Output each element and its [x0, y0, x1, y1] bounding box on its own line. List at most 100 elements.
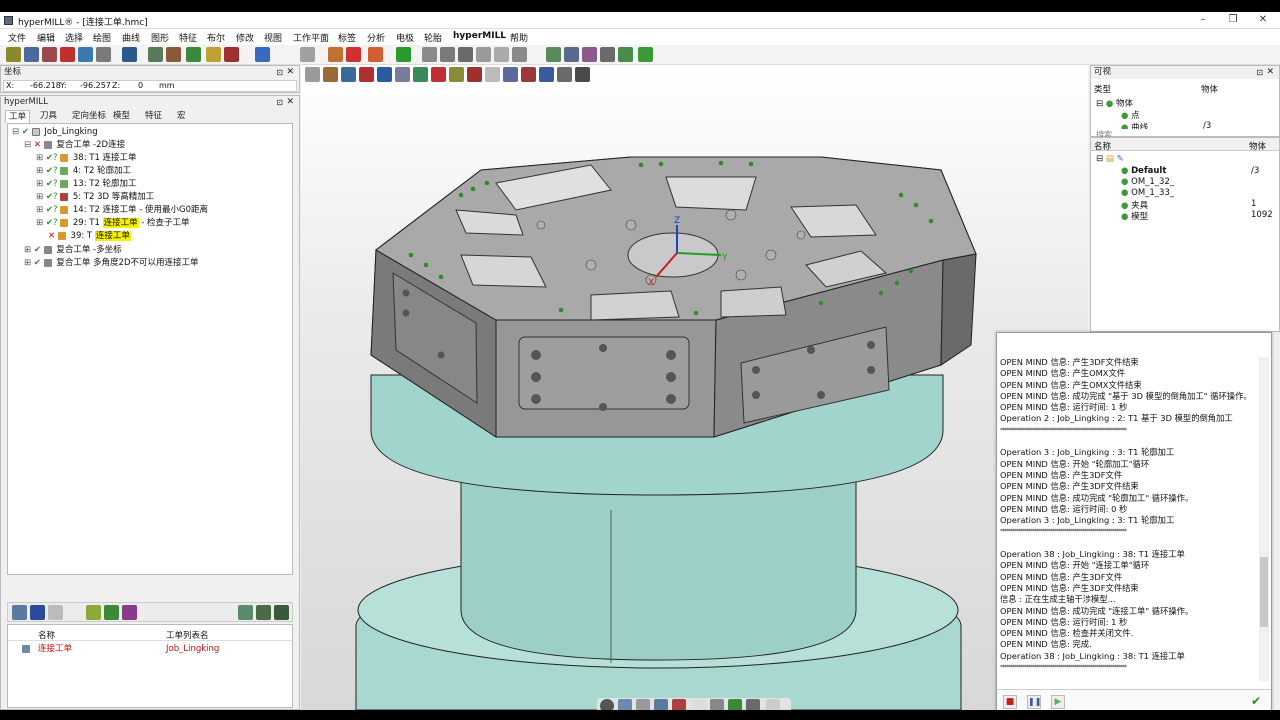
delete-job-icon[interactable]: [30, 605, 45, 620]
menu-analysis[interactable]: 分析: [367, 31, 385, 44]
menu-draw[interactable]: 绘图: [93, 31, 111, 44]
delete-icon[interactable]: [224, 47, 239, 62]
pin-icon[interactable]: ⊡: [276, 96, 283, 109]
zoom-in-icon[interactable]: [546, 47, 561, 62]
tree-row-job[interactable]: ⊟ ✔ Job_Lingking: [12, 126, 98, 138]
tab-features[interactable]: 特征: [142, 110, 165, 123]
zoom-fit-icon[interactable]: [582, 47, 597, 62]
dimension-icon[interactable]: [692, 699, 706, 710]
pin-icon[interactable]: ⊡: [1256, 66, 1263, 79]
tree-item-objects[interactable]: ⊟ ● 物体: [1096, 97, 1133, 109]
tab-tools[interactable]: 刀具: [37, 110, 60, 123]
check-list-icon[interactable]: [256, 605, 271, 620]
refresh-icon[interactable]: [638, 47, 653, 62]
job-list-row[interactable]: 连接工单 Job_Lingking: [22, 643, 282, 655]
view-front-icon[interactable]: [458, 47, 473, 62]
tree-row-op14[interactable]: ⊞ ✔? 14: T2 连接工单 - 使用最小G0距离: [36, 204, 208, 216]
measure-icon[interactable]: [300, 47, 315, 62]
close-icon[interactable]: ✕: [286, 96, 294, 109]
layer-row-model[interactable]: ● 模型 1092: [1121, 210, 1276, 222]
menu-electrode[interactable]: 电极: [396, 31, 414, 44]
ok-check-icon[interactable]: ✔: [1249, 695, 1263, 709]
redo-icon[interactable]: [96, 47, 111, 62]
play-icon[interactable]: ▶: [1051, 695, 1065, 709]
snap-icon[interactable]: [368, 47, 383, 62]
view-top-icon[interactable]: [440, 47, 455, 62]
fill-icon[interactable]: [728, 699, 742, 710]
view-back-icon[interactable]: [494, 47, 509, 62]
arrow-icon[interactable]: [710, 699, 724, 710]
3d-viewport[interactable]: Z Y X: [301, 65, 1088, 710]
layer-row-default[interactable]: ● Default/3: [1121, 166, 1276, 176]
tool-icon[interactable]: [166, 47, 181, 62]
pan-icon[interactable]: [600, 47, 615, 62]
tree-row-compound[interactable]: ⊟ ✕ 复合工单 -2D连接: [24, 139, 125, 151]
view-side-icon[interactable]: [476, 47, 491, 62]
tab-macros[interactable]: 宏: [174, 110, 189, 123]
verify-icon[interactable]: [274, 605, 289, 620]
menu-tire[interactable]: 轮胎: [424, 31, 442, 44]
record-icon[interactable]: [600, 699, 614, 710]
maximize-button[interactable]: ❐: [1226, 14, 1240, 26]
close-icon[interactable]: ✕: [1266, 66, 1274, 79]
help-icon[interactable]: [255, 47, 270, 62]
open-icon[interactable]: [24, 47, 39, 62]
tree-row-op5[interactable]: ⊞ ✔? 5: T2 3D 等高精加工: [36, 191, 154, 203]
export-icon[interactable]: [104, 605, 119, 620]
filter-icon[interactable]: [48, 605, 63, 620]
tree-row-compound-multi[interactable]: ⊞ ✔ 复合工单 -多坐标: [24, 244, 122, 256]
select-icon[interactable]: [396, 47, 411, 62]
work-plane-icon[interactable]: [328, 47, 343, 62]
menu-file[interactable]: 文件: [8, 31, 26, 44]
menu-help[interactable]: 帮助: [510, 31, 528, 44]
menu-feature[interactable]: 特征: [179, 31, 197, 44]
tree-item-points[interactable]: ● 点: [1121, 109, 1140, 121]
zoom-out-icon[interactable]: [564, 47, 579, 62]
menu-view[interactable]: 视图: [264, 31, 282, 44]
tree-item-curves[interactable]: ● 曲线: [1121, 121, 1148, 129]
new-job-icon[interactable]: [12, 605, 27, 620]
print-icon[interactable]: [60, 47, 75, 62]
new-icon[interactable]: [6, 47, 21, 62]
menu-curve[interactable]: 曲线: [122, 31, 140, 44]
tree-row-compound-angle[interactable]: ⊞ ✔ 复合工单 多角度2D不可以用连接工单: [24, 257, 199, 269]
tab-models[interactable]: 模型: [110, 110, 133, 123]
menu-modify[interactable]: 修改: [236, 31, 254, 44]
layer-row-om132[interactable]: ● OM_1_32_: [1121, 177, 1276, 187]
undo-icon[interactable]: [78, 47, 93, 62]
close-button[interactable]: ✕: [1256, 14, 1270, 26]
settings-icon[interactable]: [766, 699, 780, 710]
stop-icon[interactable]: ■: [1003, 695, 1017, 709]
menu-boolean[interactable]: 布尔: [207, 31, 225, 44]
rotate-icon[interactable]: [618, 47, 633, 62]
star-icon[interactable]: [206, 47, 221, 62]
close-icon[interactable]: ✕: [286, 66, 294, 79]
shade-icon[interactable]: [122, 47, 137, 62]
layer-row-om133[interactable]: ● OM_1_33_: [1121, 188, 1276, 198]
pin-icon[interactable]: ⊡: [276, 66, 283, 79]
tree-row-op39[interactable]: ✕ 39: T 连接工单: [48, 230, 131, 242]
menu-shape[interactable]: 图形: [151, 31, 169, 44]
minimize-button[interactable]: –: [1196, 14, 1210, 26]
tab-frames[interactable]: 定向坐标: [69, 110, 109, 123]
database-icon[interactable]: [238, 605, 253, 620]
calculate-icon[interactable]: [86, 605, 101, 620]
menu-label[interactable]: 标签: [338, 31, 356, 44]
tree-row-op13[interactable]: ⊞ ✔? 13: T2 轮廓加工: [36, 178, 137, 190]
menu-select[interactable]: 选择: [65, 31, 83, 44]
erase-icon[interactable]: [672, 699, 686, 710]
save-icon[interactable]: [42, 47, 57, 62]
tab-jobs[interactable]: 工单: [5, 110, 31, 123]
tree-row-op4[interactable]: ⊞ ✔? 4: T2 轮廓加工: [36, 165, 131, 177]
pause-icon[interactable]: ❚❚: [1027, 695, 1041, 709]
select-filter-icon[interactable]: [618, 699, 632, 710]
tree-row-op38[interactable]: ⊞ ✔? 38: T1 连接工单: [36, 152, 137, 164]
view-bottom-icon[interactable]: [512, 47, 527, 62]
g0-icon[interactable]: [346, 47, 361, 62]
pen-icon[interactable]: [636, 699, 650, 710]
menu-workplane[interactable]: 工作平面: [293, 31, 329, 44]
tree-row-op29[interactable]: ⊞ ✔? 29: T1 连接工单 - 检查子工单: [36, 217, 190, 229]
brush-icon[interactable]: [654, 699, 668, 710]
menu-hypermill[interactable]: hyperMILL: [453, 31, 506, 41]
simulate-icon[interactable]: [122, 605, 137, 620]
